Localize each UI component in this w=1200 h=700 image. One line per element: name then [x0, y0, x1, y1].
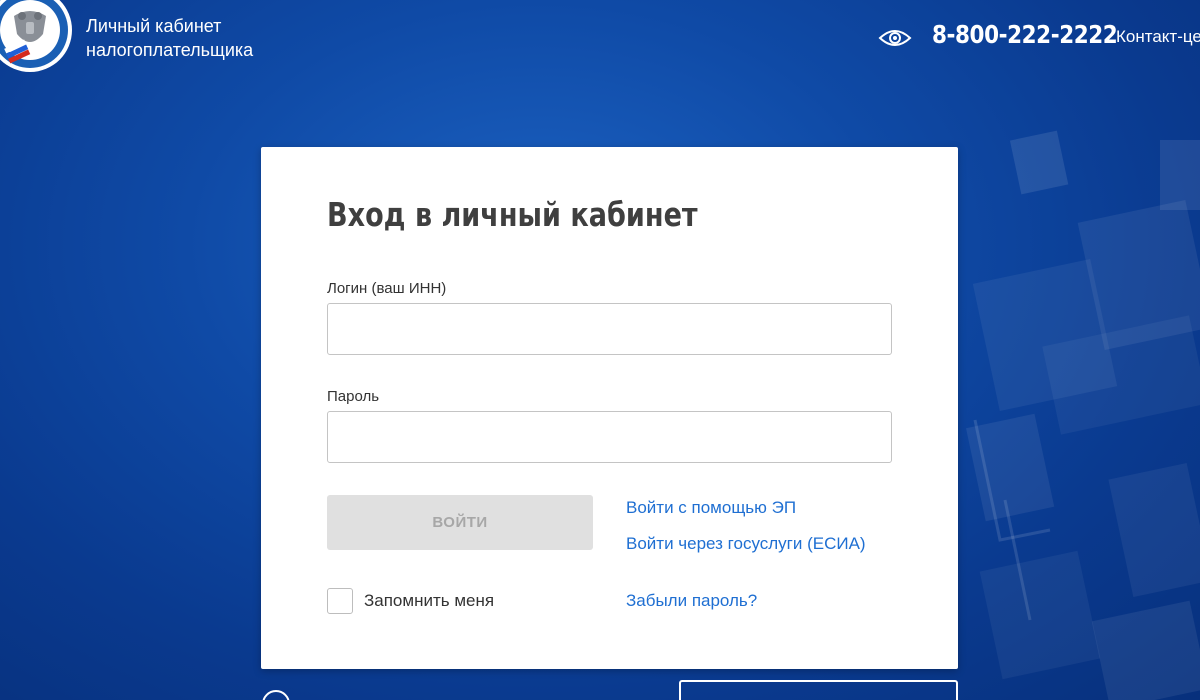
site-title-line2: налогоплательщика	[86, 40, 254, 60]
site-title-line1: Личный кабинет	[86, 16, 222, 36]
secondary-panel-button[interactable]	[679, 680, 958, 700]
login-title: Вход в личный кабинет	[327, 195, 698, 234]
login-with-gosuslugi-link[interactable]: Войти через госуслуги (ЕСИА)	[626, 534, 866, 554]
password-input[interactable]	[327, 411, 892, 463]
hotline-phone[interactable]: 8-800-222-2222	[932, 20, 1118, 49]
fns-logo	[0, 0, 72, 72]
login-with-ep-link[interactable]: Войти с помощью ЭП	[626, 498, 796, 518]
forgot-password-link[interactable]: Забыли пароль?	[626, 591, 757, 611]
remember-me-checkbox[interactable]	[327, 588, 353, 614]
password-label: Пароль	[327, 388, 380, 405]
remember-me-label: Запомнить меня	[364, 591, 495, 610]
login-label: Логин (ваш ИНН)	[327, 280, 447, 297]
eye-icon[interactable]	[878, 26, 912, 50]
contact-center-link[interactable]: Контакт-це	[1116, 27, 1200, 47]
login-button[interactable]: ВОЙТИ	[327, 495, 593, 550]
site-title: Личный кабинет налогоплательщика	[86, 14, 253, 62]
login-card: Вход в личный кабинет Логин (ваш ИНН) Па…	[261, 147, 958, 669]
login-input[interactable]	[327, 303, 892, 355]
